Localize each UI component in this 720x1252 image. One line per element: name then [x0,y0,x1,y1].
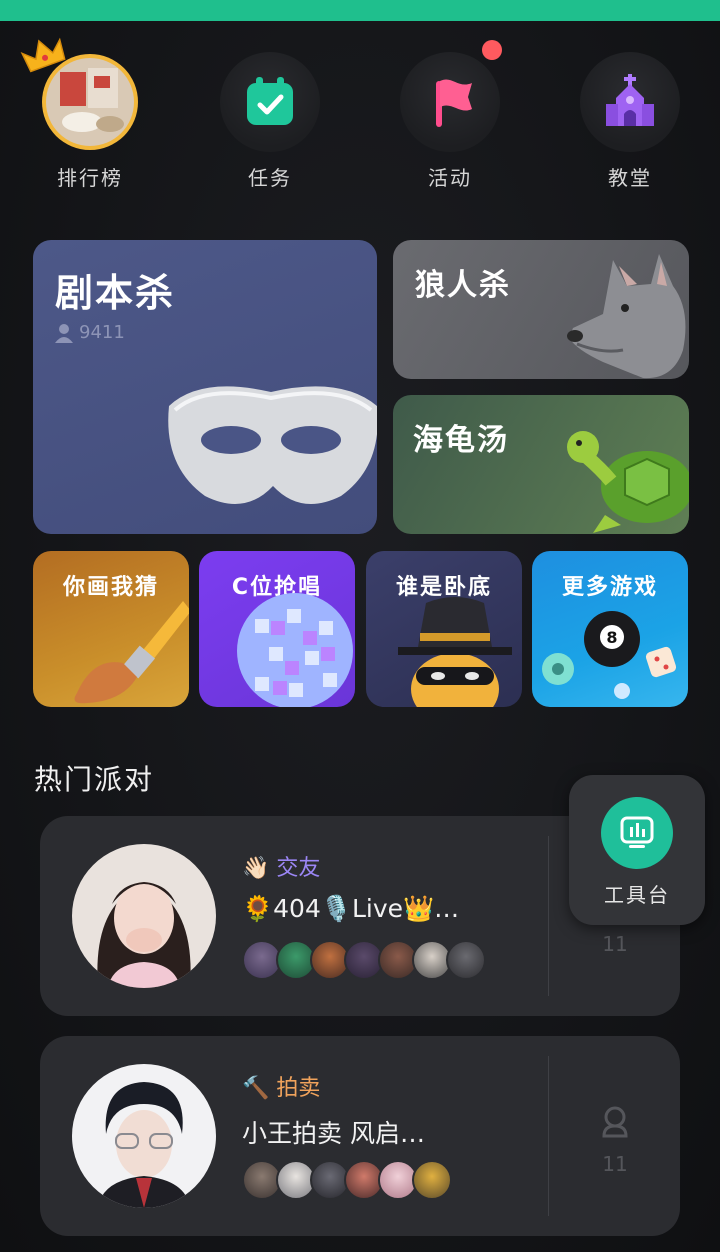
nav-label: 任务 [248,166,292,190]
status-bar [0,0,720,21]
room-tag: 🔨 拍卖 [242,1070,320,1102]
person-icon [55,323,73,343]
nav-label: 排行榜 [57,166,123,190]
leaderboard-avatar [20,37,140,152]
divider [548,1056,549,1216]
divider [548,836,549,996]
room-tag: 👋🏻 交友 [242,850,320,882]
church-icon [606,74,654,126]
room-avatar-image [72,1064,216,1208]
room-avatar [72,1064,216,1208]
turtle-icon [567,431,689,533]
nav-leaderboard[interactable]: 排行榜 [20,37,140,202]
online-count: 11 [602,1152,628,1176]
dashboard-icon [620,816,654,848]
player-count-value: 9411 [79,322,125,343]
disco-ball-icon [237,593,353,707]
card-undercover[interactable]: 谁是卧底 [366,551,522,707]
card-title: 更多游戏 [561,575,658,600]
room-tag-label: 拍卖 [276,1076,321,1101]
nav-label: 活动 [428,166,472,190]
nav-tasks[interactable]: 任务 [220,52,320,202]
tool-panel[interactable]: 工具台 [569,775,705,925]
member-avatars [242,940,486,980]
nav-church[interactable]: 教堂 [580,52,680,202]
party-card[interactable]: 🔨 拍卖 小王拍卖 风启… 11 [40,1036,680,1236]
card-title: 海龟汤 [413,423,509,458]
section-title-hot-party: 热门派对 [34,763,155,796]
billiard-ball-icon: 8 [542,611,677,699]
wave-hand-icon: 👋🏻 [242,856,270,881]
nav-label: 教堂 [608,166,652,190]
room-avatar-image [72,844,216,988]
card-werewolf[interactable]: 狼人杀 [393,240,689,379]
member-avatar [446,940,486,980]
room-avatar [72,844,216,988]
player-count: 9411 [55,322,125,343]
spy-icon [398,597,512,707]
wolf-icon [567,254,686,379]
card-turtle-soup[interactable]: 海龟汤 [393,395,689,534]
card-title: 狼人杀 [415,268,511,303]
card-draw-guess[interactable]: 你画我猜 [33,551,189,707]
room-title: 🌻404🎙️Live👑… [242,894,460,923]
tool-button[interactable] [601,797,673,869]
nav-events[interactable]: 活动 [400,40,502,202]
card-more-games[interactable]: 更多游戏 8 [532,551,688,707]
nav-circle [580,52,680,152]
notification-badge [482,40,502,60]
calendar-check-icon [247,77,293,125]
svg-text:8: 8 [606,628,617,647]
mask-icon [168,386,377,504]
card-title: 剧本杀 [55,271,176,315]
gavel-icon: 🔨 [242,1076,270,1101]
person-icon [602,1106,628,1138]
room-title: 小王拍卖 风启… [242,1119,425,1148]
room-tag-label: 交友 [276,856,321,881]
tool-label: 工具台 [604,883,670,907]
online-count: 11 [602,932,628,956]
nav-circle [220,52,320,152]
member-avatar [412,1160,452,1200]
nav-circle [400,40,502,152]
member-avatars [242,1160,452,1200]
card-script-kill[interactable]: 剧本杀 9411 [33,240,377,534]
flag-icon [436,79,472,127]
paintbrush-icon [74,601,189,704]
card-c-sing[interactable]: C位抢唱 [199,551,355,707]
